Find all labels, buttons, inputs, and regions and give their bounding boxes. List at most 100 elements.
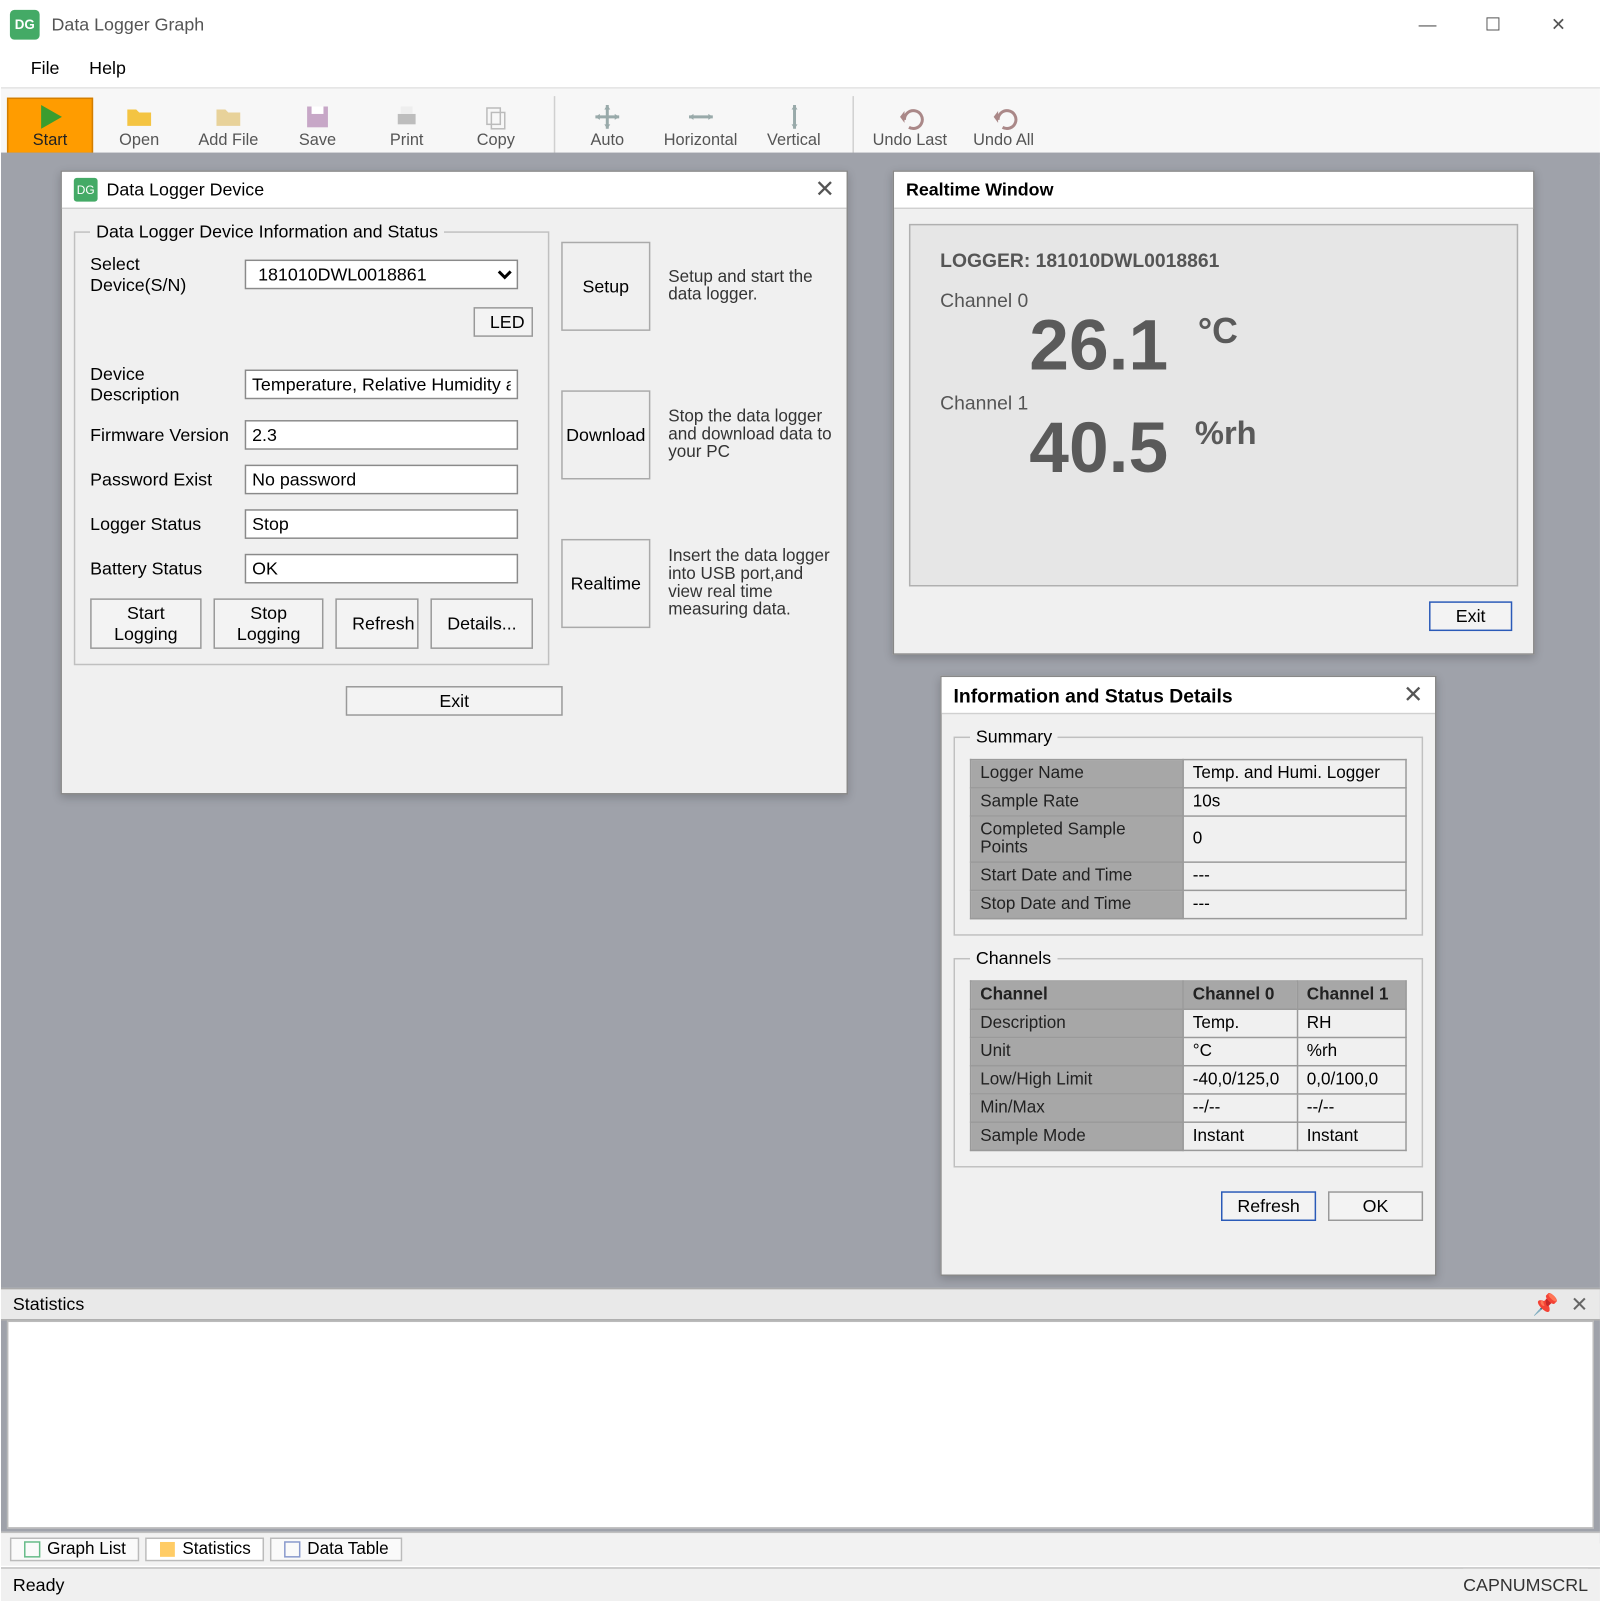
tool-save[interactable]: Save: [274, 98, 360, 154]
toolbar-separator: [542, 96, 555, 155]
device-panel-title: DG Data Logger Device ✕: [62, 172, 847, 209]
arrows-v-icon: [777, 102, 810, 132]
titlebar: DG Data Logger Graph — ☐ ✕: [1, 1, 1600, 49]
folder-icon: [123, 102, 156, 132]
table-row: Completed Sample Points0: [971, 816, 1406, 862]
realtime-content: LOGGER: 181010DWL0018861 Channel 0 26.1 …: [909, 224, 1518, 587]
channel1-value: 40.5: [1029, 414, 1168, 485]
close-button[interactable]: ✕: [1526, 2, 1591, 47]
batt-label: Battery Status: [90, 558, 233, 579]
tool-undolast[interactable]: Undo Last: [862, 98, 957, 154]
realtime-title: Realtime Window: [894, 172, 1533, 209]
summary-group: Summary Logger NameTemp. and Humi. Logge…: [954, 726, 1424, 936]
menu-file[interactable]: File: [16, 54, 74, 81]
status-label: Logger Status: [90, 514, 233, 535]
start-logging-button[interactable]: Start Logging: [90, 598, 201, 649]
setup-button[interactable]: Setup: [561, 242, 650, 331]
list-icon: [23, 1540, 41, 1558]
realtime-button[interactable]: Realtime: [561, 539, 650, 628]
tool-addfile[interactable]: Add File: [185, 98, 271, 154]
table-row: DescriptionTemp.RH: [971, 1009, 1406, 1037]
print-icon: [390, 102, 423, 132]
table-row: Low/High Limit-40,0/125,00,0/100,0: [971, 1066, 1406, 1094]
table-row: Sample ModeInstantInstant: [971, 1122, 1406, 1150]
tab-data-table[interactable]: Data Table: [270, 1538, 402, 1562]
maximize-button[interactable]: ☐: [1460, 2, 1525, 47]
channel1-label: Channel 1: [940, 392, 1487, 414]
details-button[interactable]: Details...: [431, 598, 533, 649]
device-select[interactable]: 181010DWL0018861: [245, 260, 518, 290]
device-desc-label: Device Description: [90, 364, 233, 406]
minimize-button[interactable]: —: [1395, 2, 1460, 47]
grid-icon: [283, 1540, 301, 1558]
fw-field[interactable]: [245, 420, 518, 450]
info-refresh-button[interactable]: Refresh: [1221, 1191, 1316, 1221]
folder-plus-icon: [212, 102, 245, 132]
tool-horizontal[interactable]: Horizontal: [653, 98, 747, 154]
tool-vertical[interactable]: Vertical: [751, 98, 837, 154]
menubar: File Help: [1, 49, 1600, 89]
bottom-tabs: Graph List Statistics Data Table: [1, 1532, 1600, 1566]
app-icon: DG: [74, 178, 98, 202]
realtime-panel: Realtime Window LOGGER: 181010DWL0018861…: [893, 170, 1535, 654]
table-row: Min/Max--/----/--: [971, 1094, 1406, 1122]
device-info-group: Data Logger Device Information and Statu…: [74, 221, 550, 665]
realtime-desc: Insert the data logger into USB port,and…: [668, 548, 831, 619]
tool-copy[interactable]: Copy: [453, 98, 539, 154]
close-icon[interactable]: ✕: [1403, 680, 1423, 710]
table-row: Sample Rate10s: [971, 788, 1406, 816]
realtime-exit-button[interactable]: Exit: [1429, 601, 1512, 631]
setup-desc: Setup and start the data logger.: [668, 268, 831, 304]
realtime-logger-label: LOGGER: 181010DWL0018861: [940, 249, 1487, 271]
statistics-body: [7, 1321, 1594, 1529]
play-icon: [34, 102, 67, 132]
cap-indicator: CAP: [1463, 1575, 1500, 1596]
pw-field[interactable]: [245, 465, 518, 495]
download-button[interactable]: Download: [561, 390, 650, 479]
channels-table: ChannelChannel 0Channel 1 DescriptionTem…: [970, 980, 1407, 1151]
toolbar-separator: [840, 96, 853, 155]
table-icon: [159, 1540, 177, 1558]
statistics-header: Statistics 📌 ✕: [1, 1288, 1600, 1321]
status-text: Ready: [13, 1575, 65, 1596]
channel0-value: 26.1: [1029, 312, 1168, 383]
channels-group: Channels ChannelChannel 0Channel 1 Descr…: [954, 948, 1424, 1168]
info-panel: Information and Status Details ✕ Summary…: [940, 676, 1436, 1276]
info-title: Information and Status Details ✕: [942, 677, 1435, 714]
table-row: Logger NameTemp. and Humi. Logger: [971, 760, 1406, 788]
status-field[interactable]: [245, 509, 518, 539]
save-icon: [301, 102, 334, 132]
copy-icon: [479, 102, 512, 132]
tool-start[interactable]: Start: [7, 98, 93, 154]
tool-print[interactable]: Print: [364, 98, 450, 154]
tab-graph-list[interactable]: Graph List: [10, 1538, 139, 1562]
workspace: DG Data Logger Device ✕ Data Logger Devi…: [1, 153, 1600, 1544]
device-exit-button[interactable]: Exit: [346, 686, 563, 716]
summary-table: Logger NameTemp. and Humi. Logger Sample…: [970, 759, 1407, 919]
status-bar: Ready CAP NUM SCRL: [1, 1567, 1600, 1601]
led-button[interactable]: LED: [474, 307, 533, 337]
download-desc: Stop the data logger and download data t…: [668, 408, 831, 461]
table-header: ChannelChannel 0Channel 1: [971, 981, 1406, 1009]
table-row: Unit°C%rh: [971, 1037, 1406, 1065]
close-icon[interactable]: ✕: [1571, 1292, 1588, 1317]
device-desc-field[interactable]: [245, 370, 518, 400]
menu-help[interactable]: Help: [74, 54, 140, 81]
tab-statistics[interactable]: Statistics: [145, 1538, 264, 1562]
device-panel: DG Data Logger Device ✕ Data Logger Devi…: [60, 170, 848, 794]
tool-auto[interactable]: Auto: [564, 98, 650, 154]
pin-icon[interactable]: 📌: [1533, 1292, 1559, 1317]
close-icon[interactable]: ✕: [815, 175, 835, 205]
scrl-indicator: SCRL: [1540, 1575, 1588, 1596]
arrows-h-icon: [684, 102, 717, 132]
batt-field[interactable]: [245, 554, 518, 584]
num-indicator: NUM: [1500, 1575, 1541, 1596]
channel0-unit: °C: [1198, 312, 1238, 354]
stop-logging-button[interactable]: Stop Logging: [213, 598, 324, 649]
move-icon: [591, 102, 624, 132]
pw-label: Password Exist: [90, 469, 233, 490]
info-ok-button[interactable]: OK: [1328, 1191, 1423, 1221]
refresh-button[interactable]: Refresh: [336, 598, 419, 649]
tool-undoall[interactable]: Undo All: [960, 98, 1046, 154]
tool-open[interactable]: Open: [96, 98, 182, 154]
